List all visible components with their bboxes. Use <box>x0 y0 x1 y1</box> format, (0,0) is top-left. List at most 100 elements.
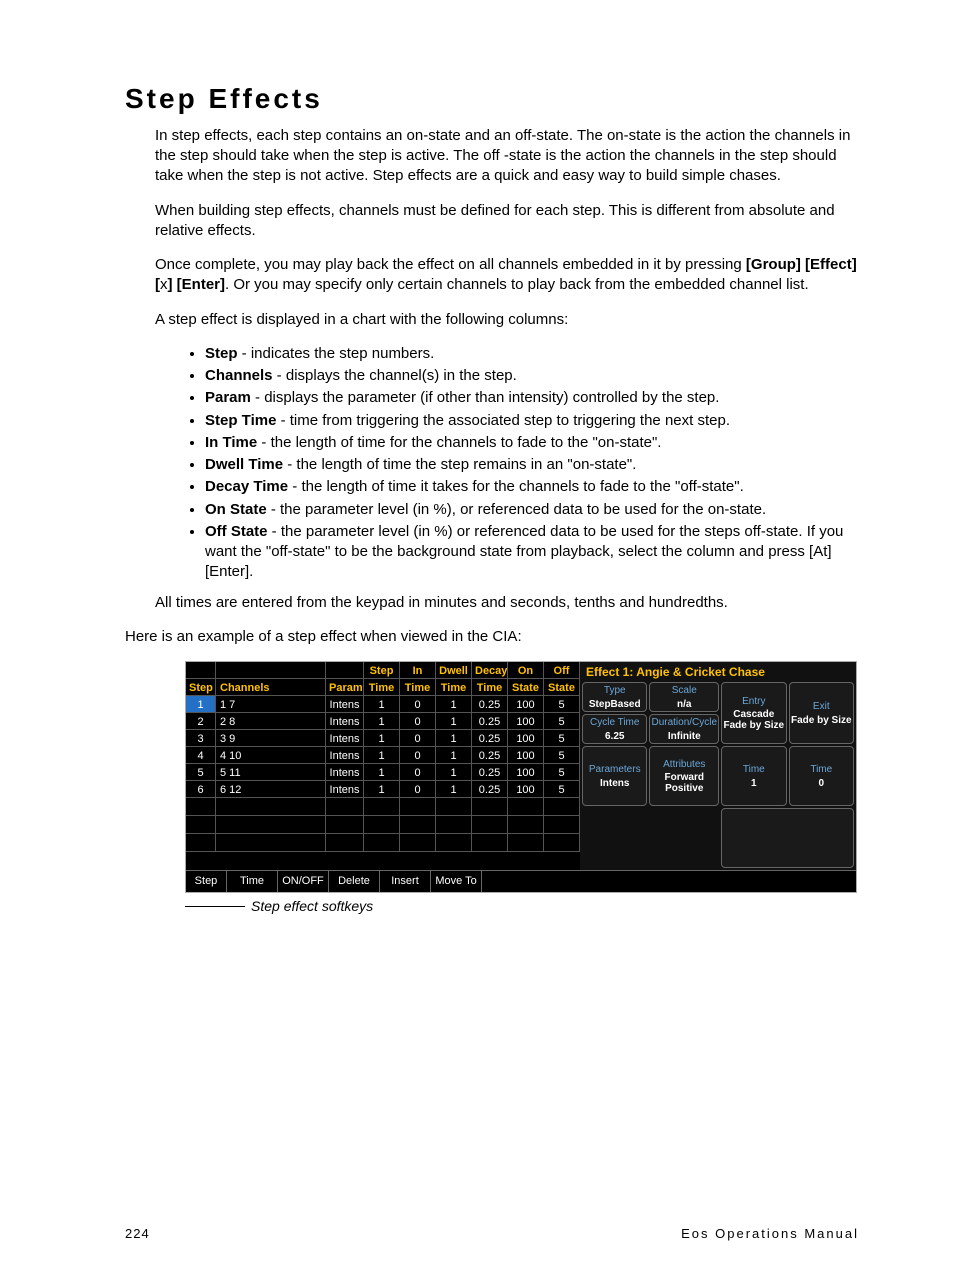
table-cell[interactable]: 100 <box>508 764 544 781</box>
table-cell <box>544 816 580 834</box>
table-cell[interactable]: Intens <box>326 747 364 764</box>
table-cell[interactable]: 1 7 <box>216 696 326 713</box>
entry-panel[interactable]: EntryCascade Fade by Size <box>721 682 786 744</box>
table-cell[interactable]: 5 11 <box>216 764 326 781</box>
table-cell <box>472 816 508 834</box>
time-in-panel[interactable]: Time1 <box>721 746 786 806</box>
table-cell <box>436 834 472 852</box>
table-cell[interactable]: 0.25 <box>472 764 508 781</box>
table-cell[interactable]: 1 <box>186 696 216 713</box>
list-item: Channels - displays the channel(s) in th… <box>205 366 859 386</box>
paragraph: A step effect is displayed in a chart wi… <box>155 310 859 330</box>
table-cell <box>508 834 544 852</box>
column-header: Param <box>326 679 364 696</box>
table-cell[interactable]: 0 <box>400 764 436 781</box>
table-cell[interactable]: 1 <box>364 764 400 781</box>
table-cell[interactable]: 5 <box>544 713 580 730</box>
caption: Step effect softkeys <box>251 897 373 916</box>
paragraph: When building step effects, channels mus… <box>155 201 859 242</box>
column-header: In <box>400 662 436 679</box>
table-cell[interactable]: 0 <box>400 713 436 730</box>
table-cell[interactable]: 100 <box>508 730 544 747</box>
scale-panel[interactable]: Scalen/a <box>649 682 719 712</box>
table-cell[interactable]: 5 <box>544 696 580 713</box>
table-cell[interactable]: 100 <box>508 781 544 798</box>
table-cell[interactable]: 3 9 <box>216 730 326 747</box>
table-cell[interactable]: 1 <box>364 713 400 730</box>
table-cell[interactable]: 0.25 <box>472 781 508 798</box>
table-cell[interactable]: 1 <box>436 781 472 798</box>
table-cell[interactable]: 100 <box>508 696 544 713</box>
table-cell[interactable]: 5 <box>544 730 580 747</box>
softkey-insert[interactable]: Insert <box>380 871 431 892</box>
blank-panel[interactable] <box>721 808 854 868</box>
softkey-delete[interactable]: Delete <box>329 871 380 892</box>
effect-properties-panel: Effect 1: Angie & Cricket Chase TypeStep… <box>580 662 856 870</box>
table-cell[interactable]: 100 <box>508 747 544 764</box>
table-cell <box>400 816 436 834</box>
table-cell[interactable]: 1 <box>364 781 400 798</box>
table-cell[interactable]: 1 <box>436 747 472 764</box>
softkey-time[interactable]: Time <box>227 871 278 892</box>
table-cell[interactable]: 1 <box>436 713 472 730</box>
list-item: Dwell Time - the length of time the step… <box>205 455 859 475</box>
step-table: StepInDwellDecayOnOff StepChannelsParamT… <box>186 662 580 870</box>
table-cell[interactable]: 0.25 <box>472 730 508 747</box>
softkey-move-to[interactable]: Move To <box>431 871 482 892</box>
table-cell <box>472 798 508 816</box>
table-cell[interactable]: 0 <box>400 747 436 764</box>
table-cell[interactable]: Intens <box>326 713 364 730</box>
exit-panel[interactable]: ExitFade by Size <box>789 682 854 744</box>
table-cell[interactable]: 1 <box>436 764 472 781</box>
table-cell[interactable]: 1 <box>436 696 472 713</box>
table-cell <box>400 798 436 816</box>
table-cell[interactable]: Intens <box>326 764 364 781</box>
table-cell[interactable]: Intens <box>326 781 364 798</box>
table-cell[interactable]: 6 <box>186 781 216 798</box>
table-cell[interactable]: 0.25 <box>472 747 508 764</box>
table-cell[interactable]: 5 <box>544 747 580 764</box>
paragraph: All times are entered from the keypad in… <box>155 593 859 613</box>
table-cell[interactable]: 0 <box>400 730 436 747</box>
table-cell <box>364 798 400 816</box>
table-cell[interactable]: 0.25 <box>472 713 508 730</box>
table-cell <box>544 798 580 816</box>
attributes-panel[interactable]: AttributesForward Positive <box>649 746 719 806</box>
table-cell <box>544 834 580 852</box>
table-cell[interactable]: 4 10 <box>216 747 326 764</box>
table-cell[interactable]: Intens <box>326 730 364 747</box>
table-cell[interactable]: 3 <box>186 730 216 747</box>
table-cell[interactable]: 5 <box>186 764 216 781</box>
table-cell[interactable]: 1 <box>364 730 400 747</box>
softkey-on-off[interactable]: ON/OFF <box>278 871 329 892</box>
table-cell <box>186 816 216 834</box>
column-header: Time <box>436 679 472 696</box>
duration-panel[interactable]: Duration/CycleInfinite <box>649 714 719 744</box>
table-cell[interactable]: 6 12 <box>216 781 326 798</box>
table-cell[interactable]: 1 <box>364 747 400 764</box>
table-cell[interactable]: 4 <box>186 747 216 764</box>
table-cell <box>216 798 326 816</box>
column-header: Time <box>400 679 436 696</box>
table-cell[interactable]: 1 <box>436 730 472 747</box>
softkey-step[interactable]: Step <box>186 871 227 892</box>
cycle-time-panel[interactable]: Cycle Time6.25 <box>582 714 647 744</box>
type-panel[interactable]: TypeStepBased <box>582 682 647 712</box>
time-out-panel[interactable]: Time0 <box>789 746 854 806</box>
table-cell <box>326 834 364 852</box>
table-cell[interactable]: Intens <box>326 696 364 713</box>
table-cell[interactable]: 5 <box>544 781 580 798</box>
table-cell[interactable]: 2 8 <box>216 713 326 730</box>
table-cell[interactable]: 100 <box>508 713 544 730</box>
list-item: In Time - the length of time for the cha… <box>205 433 859 453</box>
column-header: Time <box>364 679 400 696</box>
table-cell[interactable]: 0.25 <box>472 696 508 713</box>
table-cell[interactable]: 2 <box>186 713 216 730</box>
table-cell[interactable]: 0 <box>400 781 436 798</box>
caption-line <box>185 906 245 907</box>
list-item: Off State - the parameter level (in %) o… <box>205 522 859 583</box>
table-cell[interactable]: 5 <box>544 764 580 781</box>
parameters-panel[interactable]: ParametersIntens <box>582 746 647 806</box>
table-cell[interactable]: 1 <box>364 696 400 713</box>
table-cell[interactable]: 0 <box>400 696 436 713</box>
